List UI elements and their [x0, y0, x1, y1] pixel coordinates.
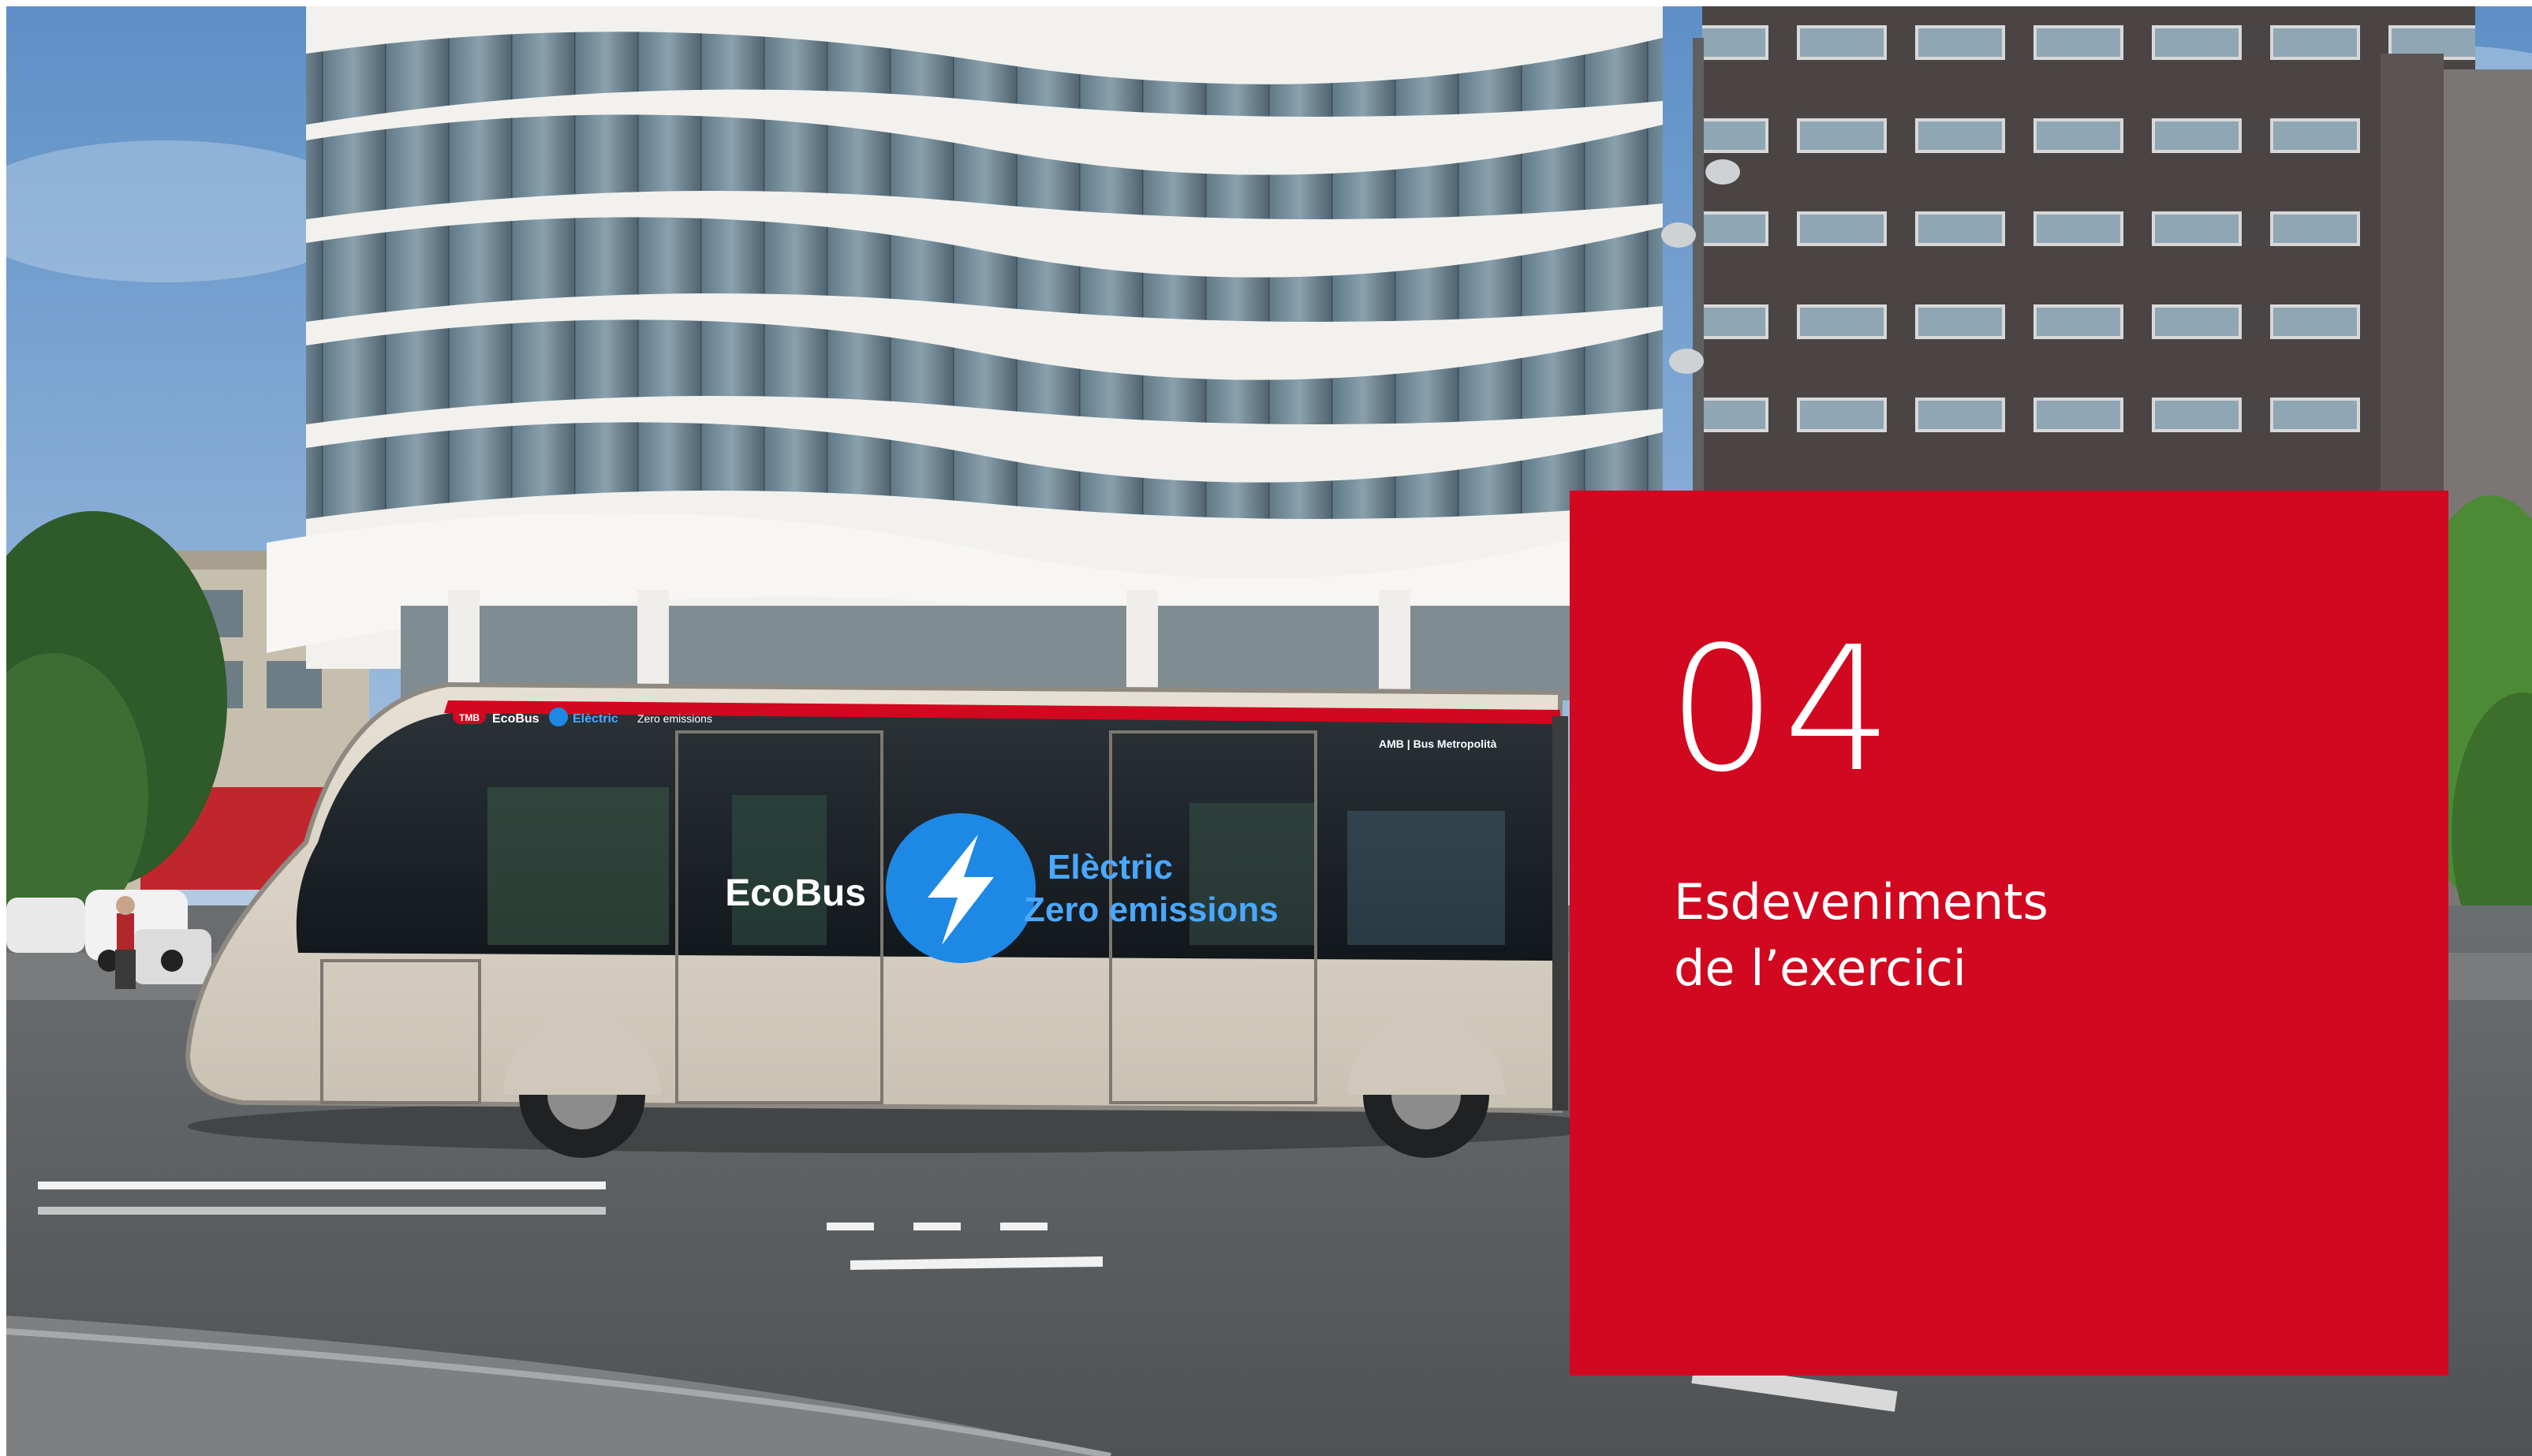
- bus: EcoBus Elèctric Zero emissions TMB EcoBu…: [185, 681, 1608, 1158]
- section-title: Esdeveniments de l’exercici: [1674, 869, 2384, 1002]
- section-title-line-1: Esdeveniments: [1674, 873, 2048, 931]
- bus-strip-electric: Elèctric: [573, 712, 618, 726]
- bus-strip-brand: EcoBus: [492, 712, 540, 726]
- bus-strip-badge: TMB: [459, 712, 480, 723]
- bus-brand-text: EcoBus: [725, 872, 866, 914]
- section-number: 04: [1667, 610, 1899, 810]
- bus-zero-emissions-text: Zero emissions: [1024, 890, 1279, 929]
- bus-operator-text: AMB | Bus Metropolità: [1379, 737, 1497, 750]
- bus-strip-zero: Zero emissions: [637, 712, 712, 725]
- section-panel: 04 Esdeveniments de l’exercici: [1570, 491, 2448, 1376]
- bus-electric-text: Elèctric: [1048, 848, 1173, 887]
- section-title-line-2: de l’exercici: [1674, 939, 1966, 997]
